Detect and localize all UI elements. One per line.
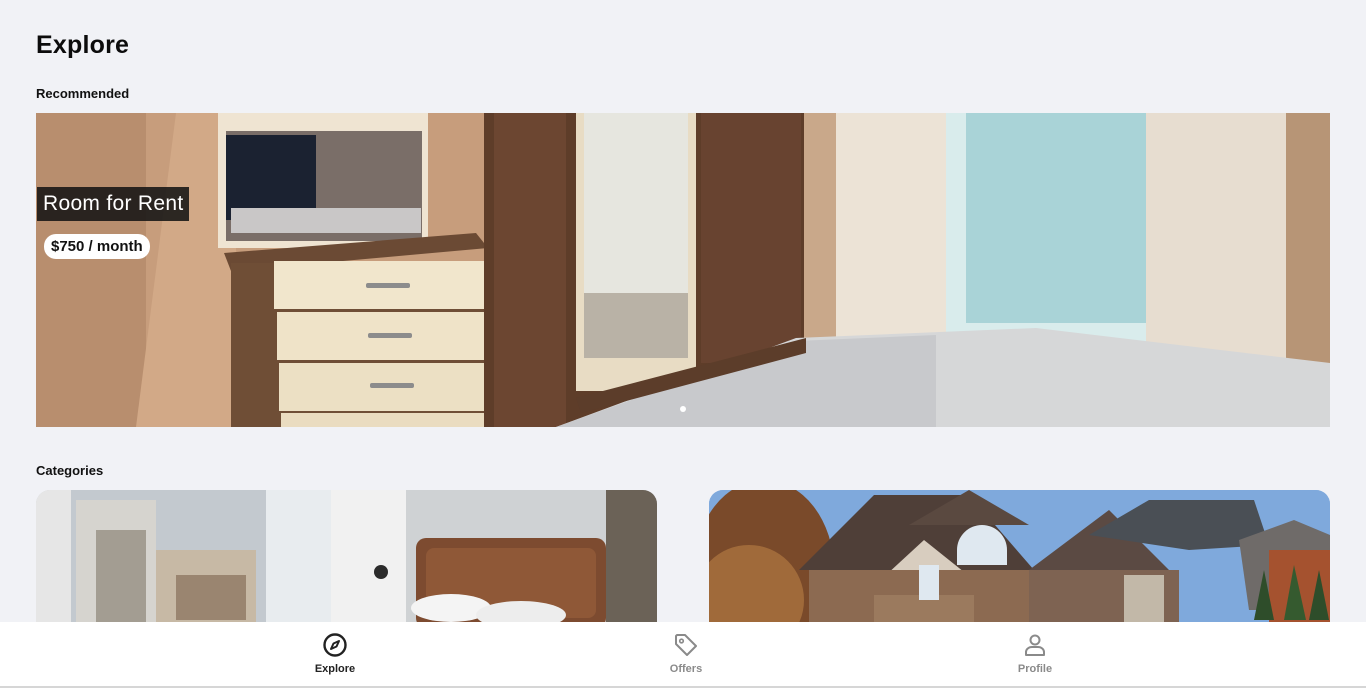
tag-icon xyxy=(675,634,697,656)
carousel-dots xyxy=(36,399,1330,417)
room-photo xyxy=(36,113,1330,427)
nav-item-explore[interactable]: Explore xyxy=(275,632,395,675)
nav-item-offers[interactable]: Offers xyxy=(626,632,746,675)
nav-label-profile: Profile xyxy=(1017,663,1053,675)
nav-item-profile[interactable]: Profile xyxy=(975,632,1095,675)
section-label-categories: Categories xyxy=(36,463,104,478)
nav-label-explore: Explore xyxy=(314,663,356,675)
user-icon xyxy=(1025,634,1045,656)
section-label-recommended: Recommended xyxy=(36,86,130,101)
page-title: Explore xyxy=(36,31,130,59)
hero-title: Room for Rent xyxy=(37,187,190,221)
compass-icon xyxy=(323,633,347,657)
carousel-dot[interactable] xyxy=(680,406,686,412)
bottom-nav: Explore Offers Profile xyxy=(0,622,1366,688)
recommended-card[interactable]: Room for Rent $750 / month xyxy=(36,113,1330,427)
nav-label-offers: Offers xyxy=(669,663,703,675)
price-badge: $750 / month xyxy=(44,234,150,259)
